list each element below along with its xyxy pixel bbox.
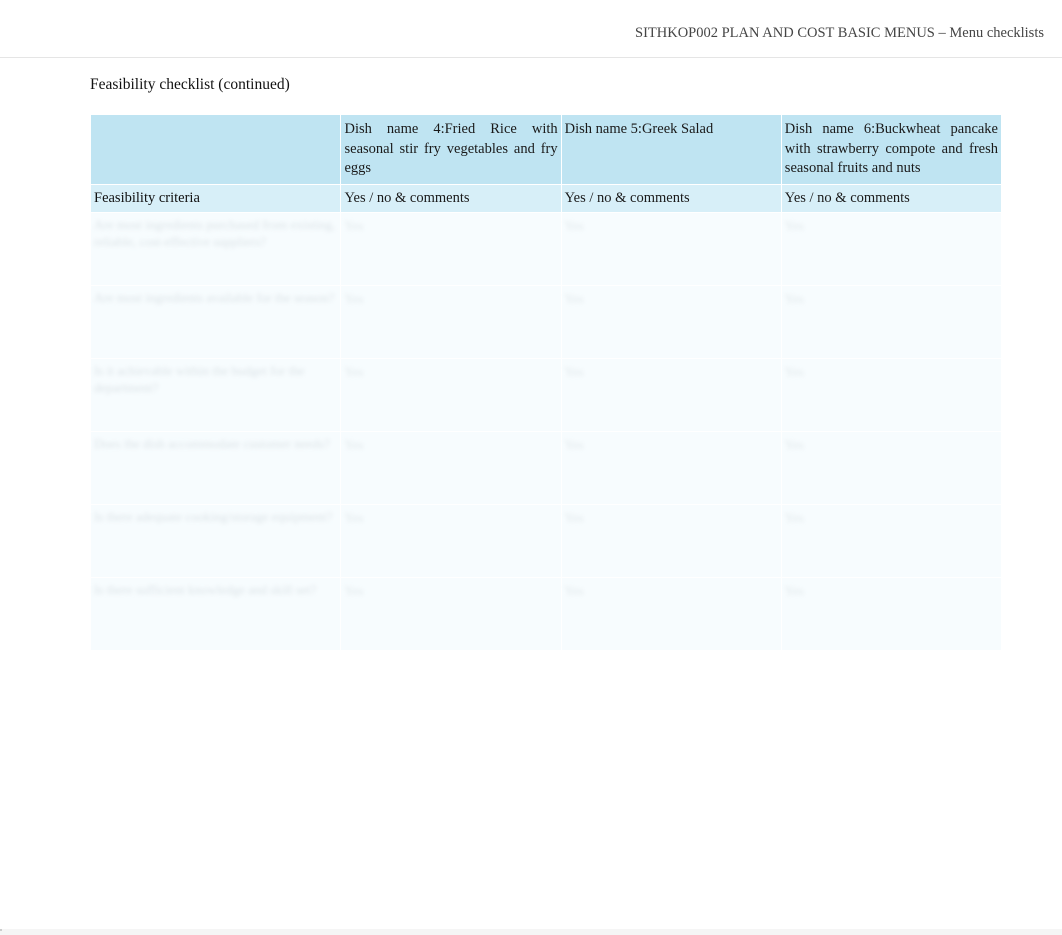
answer-text: Yes xyxy=(565,364,584,379)
table-row: Is there adequate cooking/storage equipm… xyxy=(91,505,1002,578)
table-row: Are most ingredients purchased from exis… xyxy=(91,213,1002,286)
content: Feasibility checklist (continued) Dish n… xyxy=(0,76,1062,651)
answer-text: Yes xyxy=(344,291,363,306)
answer-text: Yes xyxy=(565,218,584,233)
answer-text: Yes xyxy=(785,437,804,452)
table-row: Are most ingredients available for the s… xyxy=(91,286,1002,359)
answer-text: Yes xyxy=(565,291,584,306)
criteria-text: Is there adequate cooking/storage equipm… xyxy=(94,509,332,524)
breadcrumb: SITHKOP002 PLAN AND COST BASIC MENUS – M… xyxy=(0,0,1062,57)
answer-text: Yes xyxy=(785,364,804,379)
header-dish-5: Dish name 5:Greek Salad xyxy=(561,115,781,185)
criteria-text: Does the dish accommodate customer needs… xyxy=(94,436,330,451)
answer-text: Yes xyxy=(785,218,804,233)
answer-text: Yes xyxy=(344,510,363,525)
answer-text: Yes xyxy=(785,510,804,525)
subheader-col2: Yes / no & comments xyxy=(561,184,781,213)
header-separator xyxy=(0,57,1062,58)
bottom-fade xyxy=(0,929,1062,935)
header-dish-6: Dish name 6:Buckwheat pancake with straw… xyxy=(781,115,1001,185)
subheader-criteria: Feasibility criteria xyxy=(91,184,341,213)
answer-text: Yes xyxy=(565,583,584,598)
criteria-text: Is there sufficient knowledge and skill … xyxy=(94,582,316,597)
answer-text: Yes xyxy=(565,437,584,452)
answer-text: Yes xyxy=(785,291,804,306)
header-empty-corner xyxy=(91,115,341,185)
criteria-text: Is it achievable within the budget for t… xyxy=(94,363,304,395)
answer-text: Yes xyxy=(785,583,804,598)
criteria-text: Are most ingredients purchased from exis… xyxy=(94,217,335,249)
subheader-col1: Yes / no & comments xyxy=(341,184,561,213)
answer-text: Yes xyxy=(565,510,584,525)
subheader-col3: Yes / no & comments xyxy=(781,184,1001,213)
breadcrumb-text: SITHKOP002 PLAN AND COST BASIC MENUS – M… xyxy=(635,25,1044,41)
table-row: Does the dish accommodate customer needs… xyxy=(91,432,1002,505)
answer-text: Yes xyxy=(344,218,363,233)
table-row: Is it achievable within the budget for t… xyxy=(91,359,1002,432)
feasibility-table: Dish name 4:Fried Rice with seasonal sti… xyxy=(90,114,1002,651)
table-row: Is there sufficient knowledge and skill … xyxy=(91,578,1002,651)
table-header-row-dishes: Dish name 4:Fried Rice with seasonal sti… xyxy=(91,115,1002,185)
answer-text: Yes xyxy=(344,583,363,598)
decorative-dot xyxy=(0,929,2,931)
header-dish-4: Dish name 4:Fried Rice with seasonal sti… xyxy=(341,115,561,185)
answer-text: Yes xyxy=(344,364,363,379)
answer-text: Yes xyxy=(344,437,363,452)
table-subheader-row: Feasibility criteria Yes / no & comments… xyxy=(91,184,1002,213)
page-title: Feasibility checklist (continued) xyxy=(90,76,1002,94)
criteria-text: Are most ingredients available for the s… xyxy=(94,290,334,305)
